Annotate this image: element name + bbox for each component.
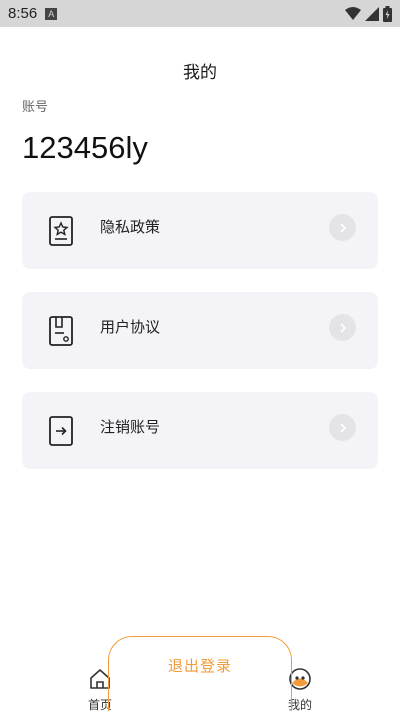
chevron-right-icon	[329, 414, 356, 441]
account-value: 123456ly	[22, 130, 148, 165]
status-icons	[345, 5, 392, 22]
privacy-policy-icon	[49, 216, 73, 246]
logout-label: 退出登录	[167, 657, 232, 675]
menu-item-user-agreement[interactable]: 用户协议	[22, 292, 378, 369]
signal-icon	[365, 6, 379, 21]
battery-icon	[383, 5, 392, 22]
status-bar: 8:56 A	[0, 0, 400, 27]
account-label: 账号	[22, 100, 49, 115]
status-notification-badge: A	[45, 7, 58, 20]
user-agreement-icon	[49, 316, 73, 346]
menu-item-label: 用户协议	[100, 318, 161, 336]
status-time: 8:56	[8, 5, 38, 22]
menu-item-privacy-policy[interactable]: 隐私政策	[22, 192, 378, 269]
menu-item-label: 隐私政策	[100, 218, 161, 236]
chevron-right-icon	[329, 214, 356, 241]
logout-button[interactable]: 退出登录	[108, 636, 292, 711]
deactivate-account-icon	[49, 416, 73, 446]
menu-item-label: 注销账号	[100, 418, 161, 436]
chevron-right-icon	[329, 314, 356, 341]
wifi-icon	[345, 6, 361, 20]
menu-item-deactivate-account[interactable]: 注销账号	[22, 392, 378, 469]
page-title: 我的	[183, 63, 217, 83]
